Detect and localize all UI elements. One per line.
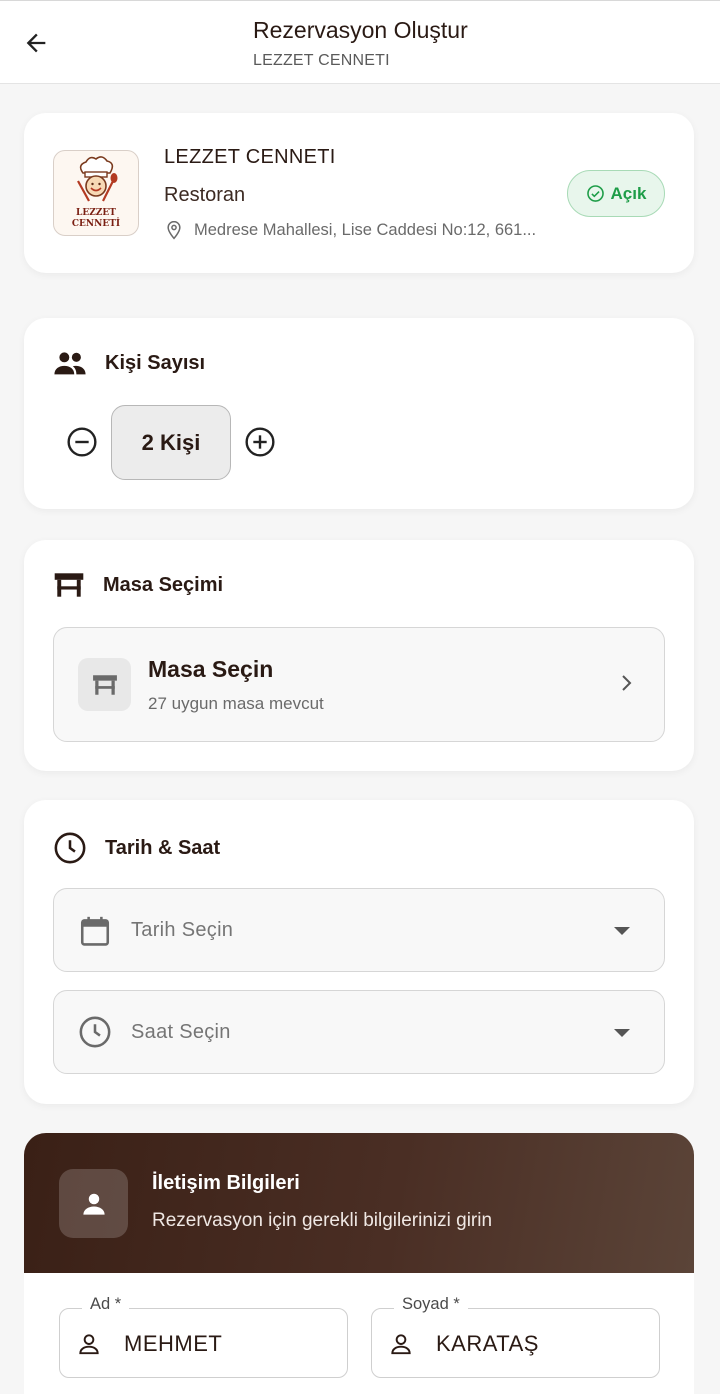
restaurant-address: Medrese Mahallesi, Lise Caddesi No:12, 6… <box>164 220 564 240</box>
guest-count-card: Kişi Sayısı 2 Kişi <box>24 318 694 509</box>
last-name-value: KARATAŞ <box>436 1331 539 1356</box>
time-dropdown[interactable]: Saat Seçin <box>53 990 665 1074</box>
person-outline-icon <box>79 1334 99 1355</box>
chevron-right-icon <box>622 675 632 691</box>
restaurant-card: LEZZET CENNETİ LEZZET CENNETI Restoran M… <box>24 113 694 273</box>
minus-circle-icon <box>67 427 97 457</box>
check-circle-icon <box>586 185 604 202</box>
calendar-icon <box>80 916 110 946</box>
person-icon <box>82 1193 105 1215</box>
table-section-title: Masa Seçimi <box>103 573 224 596</box>
restaurant-name: LEZZET CENNETI <box>164 146 336 168</box>
guest-section-title: Kişi Sayısı <box>105 351 206 374</box>
location-pin-icon <box>167 220 181 240</box>
table-section-header: Masa Seçimi <box>53 572 223 598</box>
status-label: Açık <box>610 183 647 203</box>
select-table-button[interactable]: Masa Seçin 27 uygun masa mevcut <box>53 627 665 742</box>
guest-count: 2 Kişi <box>111 405 231 480</box>
person-outline-icon <box>391 1334 411 1355</box>
datetime-card: Tarih & Saat Tarih Seçin Saat Seçin <box>24 800 694 1104</box>
status-badge: Açık <box>567 170 665 217</box>
decrease-guests-button[interactable] <box>64 424 100 460</box>
table-thumb <box>78 658 131 711</box>
arrow-left-icon <box>26 33 46 53</box>
datetime-section-title: Tarih & Saat <box>105 836 221 859</box>
page-subtitle: LEZZET CENNETI <box>253 52 390 69</box>
dropdown-arrow-icon <box>614 927 630 935</box>
date-placeholder: Tarih Seçin <box>131 919 234 941</box>
app-bar: Rezervasyon Oluştur LEZZET CENNETI <box>0 0 720 84</box>
dropdown-arrow-icon <box>614 1029 630 1037</box>
last-name-label: Soyad * <box>394 1295 468 1314</box>
person-avatar <box>59 1169 128 1238</box>
increase-guests-button[interactable] <box>242 424 278 460</box>
plus-circle-icon <box>245 427 275 457</box>
available-tables: 27 uygun masa mevcut <box>148 694 324 713</box>
table-icon <box>54 573 84 597</box>
contact-subtitle: Rezervasyon için gerekli bilgilerinizi g… <box>152 1210 493 1231</box>
select-table-label: Masa Seçin <box>148 656 274 682</box>
contact-title: İletişim Bilgileri <box>152 1172 300 1194</box>
contact-info-card: İletişim Bilgileri Rezervasyon için gere… <box>24 1133 694 1394</box>
address-text: Medrese Mahallesi, Lise Caddesi No:12, 6… <box>194 220 537 239</box>
datetime-section-header: Tarih & Saat <box>53 831 220 865</box>
first-name-field[interactable]: Ad * MEHMET <box>59 1295 348 1378</box>
clock-icon <box>54 832 86 864</box>
restaurant-logo: LEZZET CENNETİ <box>53 150 139 236</box>
first-name-label: Ad * <box>82 1295 130 1314</box>
date-dropdown[interactable]: Tarih Seçin <box>53 888 665 972</box>
first-name-value: MEHMET <box>124 1331 223 1356</box>
last-name-field[interactable]: Soyad * KARATAŞ <box>371 1295 660 1378</box>
contact-header: İletişim Bilgileri Rezervasyon için gere… <box>24 1133 694 1273</box>
time-placeholder: Saat Seçin <box>131 1021 231 1043</box>
guest-section-header: Kişi Sayısı <box>53 350 205 376</box>
table-selection-card: Masa Seçimi Masa Seçin 27 uygun masa mev… <box>24 540 694 771</box>
restaurant-type: Restoran <box>164 184 246 206</box>
table-icon <box>92 674 117 695</box>
people-icon <box>54 352 86 375</box>
chef-logo-icon: LEZZET CENNETİ <box>72 156 120 229</box>
svg-text:LEZZET: LEZZET <box>76 208 116 218</box>
back-button[interactable] <box>16 23 56 63</box>
page-title: Rezervasyon Oluştur <box>253 17 468 43</box>
clock-icon <box>79 1016 111 1048</box>
